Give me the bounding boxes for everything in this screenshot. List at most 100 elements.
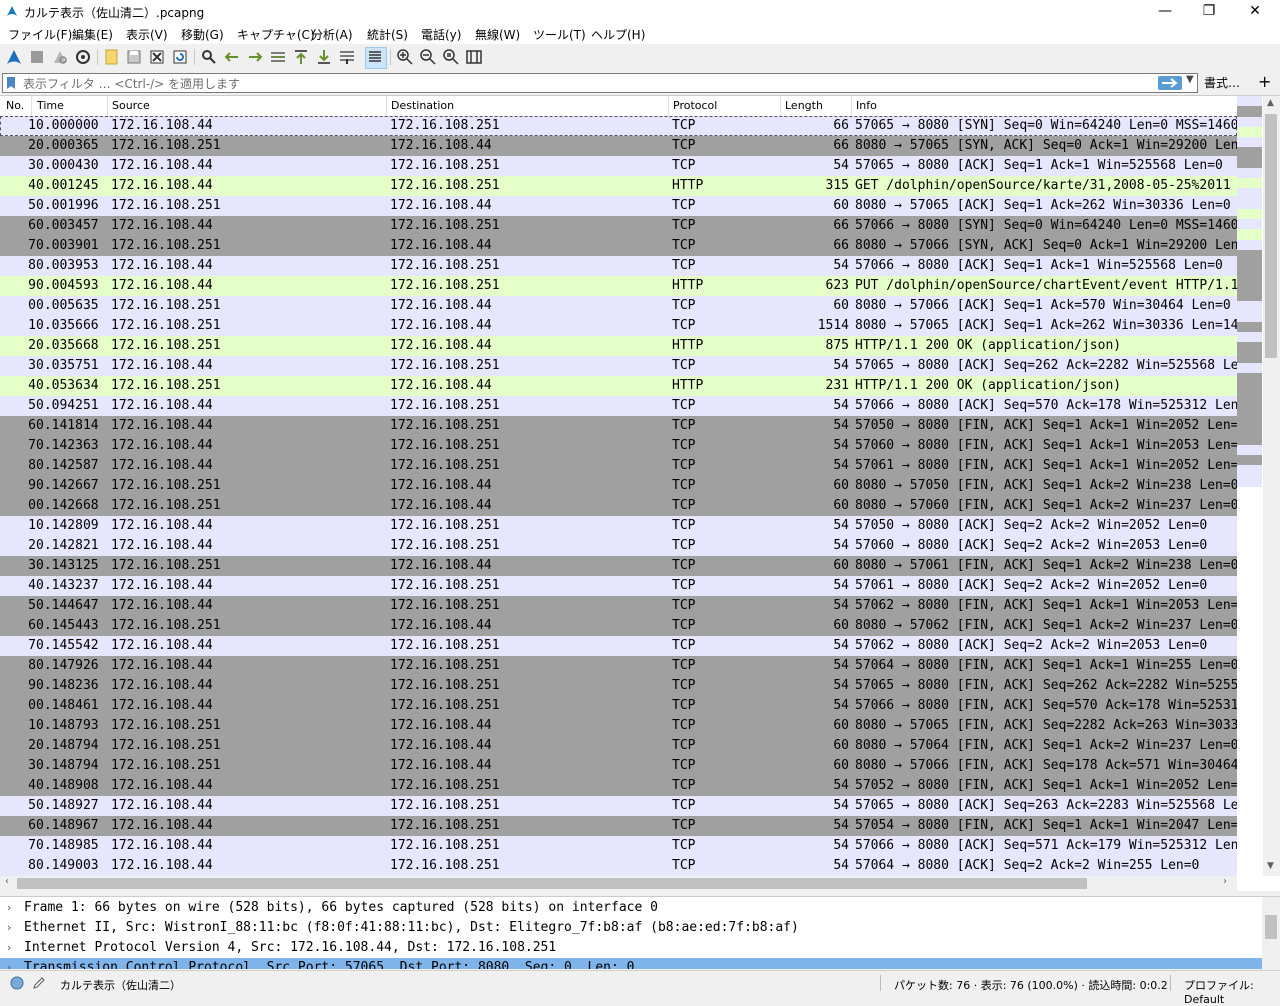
- restart-icon[interactable]: [51, 48, 69, 66]
- expand-arrow-icon[interactable]: ›: [7, 918, 11, 938]
- packet-row[interactable]: 100.005635 172.16.108.251 172.16.108.44 TCP…: [0, 296, 1237, 316]
- add-filter-button[interactable]: +: [1258, 72, 1271, 91]
- display-filter-input[interactable]: 表示フィルタ … <Ctrl-/> を適用します ▼: [2, 73, 1198, 93]
- detail-row[interactable]: › Ethernet II, Src: WistronI_88:11:bc (f…: [0, 918, 1262, 938]
- packet-row[interactable]: 250.144647 172.16.108.44 172.16.108.251 TCP…: [0, 596, 1237, 616]
- packet-row[interactable]: 280.147926 172.16.108.44 172.16.108.251 TCP…: [0, 656, 1237, 676]
- autoscroll-icon[interactable]: [338, 48, 356, 66]
- menu-go[interactable]: 移動(G): [181, 26, 224, 43]
- colorize-icon[interactable]: [365, 47, 387, 69]
- column-divider[interactable]: [851, 96, 852, 116]
- packet-row[interactable]: 330.148794 172.16.108.251 172.16.108.44 TCP…: [0, 756, 1237, 776]
- column-time[interactable]: Time: [37, 99, 64, 112]
- packet-row[interactable]: 350.148927 172.16.108.44 172.16.108.251 TCP…: [0, 796, 1237, 816]
- reload-icon[interactable]: [171, 48, 189, 66]
- packet-row[interactable]: 8 0.003953 172.16.108.44 172.16.108.251 TCP 5…: [0, 256, 1237, 276]
- edit-comment-icon[interactable]: [32, 976, 46, 990]
- detail-row-selected[interactable]: › Transmission Control Protocol, Src Por…: [0, 958, 1262, 969]
- menu-wireless[interactable]: 無線(W): [475, 26, 520, 43]
- close-file-icon[interactable]: [148, 48, 166, 66]
- packet-row[interactable]: 2 0.000365 172.16.108.251 172.16.108.44 TCP 6…: [0, 136, 1237, 156]
- menu-statistics[interactable]: 統計(S): [367, 26, 408, 43]
- column-source[interactable]: Source: [112, 99, 150, 112]
- scroll-thumb[interactable]: [17, 878, 1087, 889]
- detail-row[interactable]: › Internet Protocol Version 4, Src: 172.…: [0, 938, 1262, 958]
- go-forward-icon[interactable]: [246, 48, 264, 66]
- filter-expression-button[interactable]: 書式…: [1204, 74, 1240, 91]
- column-divider[interactable]: [31, 96, 32, 116]
- column-length[interactable]: Length: [785, 99, 823, 112]
- packet-row[interactable]: 9 0.004593 172.16.108.44 172.16.108.251 HTTP…: [0, 276, 1237, 296]
- packet-row[interactable]: 120.035668 172.16.108.251 172.16.108.44 HTT…: [0, 336, 1237, 356]
- minimize-button[interactable]: —: [1142, 0, 1188, 23]
- menu-telephony[interactable]: 電話(y): [421, 26, 461, 43]
- close-button[interactable]: ✕: [1232, 0, 1278, 23]
- column-divider[interactable]: [107, 96, 108, 116]
- packet-row[interactable]: 160.141814 172.16.108.44 172.16.108.251 TCP…: [0, 416, 1237, 436]
- packet-row[interactable]: 150.094251 172.16.108.44 172.16.108.251 TCP…: [0, 396, 1237, 416]
- stop-icon[interactable]: [28, 48, 46, 66]
- column-divider[interactable]: [780, 96, 781, 116]
- scroll-up-icon[interactable]: ▲: [1267, 98, 1274, 108]
- packet-row[interactable]: 210.142809 172.16.108.44 172.16.108.251 TCP…: [0, 516, 1237, 536]
- packet-row[interactable]: 200.142668 172.16.108.251 172.16.108.44 TCP…: [0, 496, 1237, 516]
- zoom-out-icon[interactable]: [419, 48, 437, 66]
- menu-help[interactable]: ヘルプ(H): [591, 26, 645, 43]
- expand-arrow-icon[interactable]: ›: [7, 898, 11, 918]
- column-divider[interactable]: [668, 96, 669, 116]
- packet-row[interactable]: 170.142363 172.16.108.44 172.16.108.251 TCP…: [0, 436, 1237, 456]
- packet-row[interactable]: 140.053634 172.16.108.251 172.16.108.44 HTT…: [0, 376, 1237, 396]
- resize-columns-icon[interactable]: [465, 48, 483, 66]
- detail-row[interactable]: › Frame 1: 66 bytes on wire (528 bits), …: [0, 898, 1262, 918]
- go-back-icon[interactable]: [223, 48, 241, 66]
- go-to-packet-icon[interactable]: [269, 48, 287, 66]
- column-divider[interactable]: [386, 96, 387, 116]
- packet-row[interactable]: 370.148985 172.16.108.44 172.16.108.251 TCP…: [0, 836, 1237, 856]
- packet-row[interactable]: 4 0.001245 172.16.108.44 172.16.108.251 HTTP…: [0, 176, 1237, 196]
- menu-analyze[interactable]: 分析(A): [311, 26, 353, 43]
- shark-fin-start-icon[interactable]: [5, 48, 23, 66]
- zoom-in-icon[interactable]: [396, 48, 414, 66]
- packet-row[interactable]: 310.148793 172.16.108.251 172.16.108.44 TCP…: [0, 716, 1237, 736]
- find-icon[interactable]: [200, 48, 218, 66]
- packet-row[interactable]: 290.148236 172.16.108.44 172.16.108.251 TCP…: [0, 676, 1237, 696]
- menu-tools[interactable]: ツール(T): [533, 26, 586, 43]
- save-file-icon[interactable]: [125, 48, 143, 66]
- packet-row[interactable]: 230.143125 172.16.108.251 172.16.108.44 TCP…: [0, 556, 1237, 576]
- packet-row[interactable]: 220.142821 172.16.108.44 172.16.108.251 TCP…: [0, 536, 1237, 556]
- menu-file[interactable]: ファイル(F): [8, 26, 72, 43]
- packet-row[interactable]: 380.149003 172.16.108.44 172.16.108.251 TCP…: [0, 856, 1237, 876]
- scroll-thumb[interactable]: [1265, 915, 1277, 939]
- open-file-icon[interactable]: [103, 48, 121, 66]
- packet-row[interactable]: 110.035666 172.16.108.251 172.16.108.44 TCP…: [0, 316, 1237, 336]
- packet-row[interactable]: 130.035751 172.16.108.44 172.16.108.251 TCP…: [0, 356, 1237, 376]
- first-packet-icon[interactable]: [292, 48, 310, 66]
- scroll-right-icon[interactable]: ›: [1223, 876, 1227, 887]
- packet-row[interactable]: 6 0.003457 172.16.108.44 172.16.108.251 TCP 6…: [0, 216, 1237, 236]
- packet-row[interactable]: 260.145443 172.16.108.251 172.16.108.44 TCP…: [0, 616, 1237, 636]
- packet-list-horizontal-scrollbar[interactable]: ‹ ›: [0, 876, 1237, 891]
- capture-options-icon[interactable]: [74, 48, 92, 66]
- maximize-button[interactable]: ❐: [1186, 0, 1232, 23]
- packet-row[interactable]: 7 0.003901 172.16.108.251 172.16.108.44 TCP 6…: [0, 236, 1237, 256]
- packet-list-vertical-scrollbar[interactable]: ▲ ▼: [1263, 96, 1280, 876]
- chevron-down-icon[interactable]: ▼: [1186, 74, 1194, 85]
- scroll-thumb[interactable]: [1265, 114, 1277, 358]
- menu-capture[interactable]: キャプチャ(C): [237, 26, 315, 43]
- column-info[interactable]: Info: [856, 99, 877, 112]
- packet-row[interactable]: 360.148967 172.16.108.44 172.16.108.251 TCP…: [0, 816, 1237, 836]
- last-packet-icon[interactable]: [315, 48, 333, 66]
- expand-arrow-icon[interactable]: ›: [7, 958, 11, 969]
- packet-row[interactable]: 5 0.001996 172.16.108.251 172.16.108.44 TCP 6…: [0, 196, 1237, 216]
- packet-row[interactable]: 3 0.000430 172.16.108.44 172.16.108.251 TCP 5…: [0, 156, 1237, 176]
- bookmark-icon[interactable]: [6, 76, 16, 90]
- column-destination[interactable]: Destination: [391, 99, 454, 112]
- menu-view[interactable]: 表示(V): [126, 26, 168, 43]
- expert-info-icon[interactable]: [10, 976, 24, 990]
- packet-minimap[interactable]: [1237, 96, 1262, 876]
- column-protocol[interactable]: Protocol: [673, 99, 717, 112]
- packet-row-selected[interactable]: 1 0.000000 172.16.108.44 172.16.108.251 TCP 6…: [0, 116, 1237, 136]
- apply-filter-arrow-icon[interactable]: [1158, 76, 1182, 90]
- expand-arrow-icon[interactable]: ›: [7, 938, 11, 958]
- menu-edit[interactable]: 編集(E): [72, 26, 113, 43]
